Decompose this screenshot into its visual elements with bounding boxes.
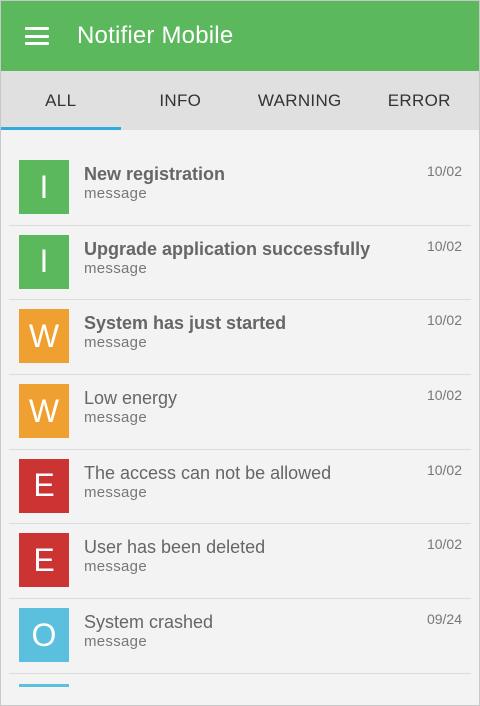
list-item[interactable]: O System crashed message 09/24: [9, 599, 471, 674]
partial-type-badge: [19, 684, 69, 687]
item-title: Upgrade application successfully: [84, 238, 371, 259]
type-badge: W: [19, 309, 69, 364]
item-subtitle: message: [84, 334, 147, 352]
item-title: User has been deleted: [84, 537, 266, 558]
notification-list: I New registration message 10/02 I Upgra…: [1, 130, 479, 674]
item-date: 10/02: [426, 387, 462, 404]
tab-info[interactable]: INFO: [121, 71, 241, 130]
item-text: User has been deleted message: [84, 537, 471, 575]
list-item[interactable]: W System has just started message 10/02: [9, 300, 471, 376]
menu-icon-line-middle: [25, 34, 49, 38]
item-date: 09/24: [426, 611, 462, 628]
item-subtitle: message: [84, 483, 147, 501]
list-item[interactable]: E User has been deleted message 10/02: [9, 524, 471, 600]
list-item[interactable]: W Low energy message 10/02: [9, 375, 471, 450]
menu-icon[interactable]: [25, 27, 49, 45]
item-text: The access can not be allowed message: [84, 463, 471, 501]
item-title: New registration: [84, 164, 226, 184]
app-window: Notifier Mobile ALL INFO WARNING ERROR I…: [0, 0, 480, 706]
list-item[interactable]: E The access can not be allowed message …: [9, 450, 471, 525]
item-text: New registration message: [84, 164, 471, 202]
type-badge: I: [19, 234, 69, 289]
item-text: Low energy message: [84, 388, 471, 426]
item-date: 10/02: [426, 536, 462, 553]
item-title: The access can not be allowed: [84, 462, 332, 483]
list-item[interactable]: I New registration message 10/02: [9, 151, 471, 226]
app-bar: Notifier Mobile: [1, 1, 479, 71]
item-text: Upgrade application successfully message: [84, 239, 471, 277]
item-title: Low energy: [84, 388, 178, 409]
item-title: System has just started: [84, 313, 287, 334]
item-subtitle: message: [84, 409, 147, 427]
item-date: 10/02: [426, 163, 462, 179]
tab-all[interactable]: ALL: [1, 71, 121, 130]
item-subtitle: message: [84, 185, 147, 202]
item-date: 10/02: [426, 461, 462, 478]
item-subtitle: message: [84, 633, 147, 651]
type-badge: E: [19, 458, 69, 513]
item-text: System has just started message: [84, 313, 471, 351]
item-title: System crashed: [84, 612, 214, 633]
item-subtitle: message: [84, 558, 147, 576]
list-item[interactable]: I Upgrade application successfully messa…: [9, 226, 471, 301]
type-badge: W: [19, 384, 69, 439]
tab-error[interactable]: ERROR: [360, 71, 480, 130]
tab-bar: ALL INFO WARNING ERROR: [1, 71, 479, 130]
item-subtitle: message: [84, 259, 147, 277]
menu-icon-line-top: [25, 27, 49, 30]
item-date: 10/02: [426, 312, 462, 329]
tab-warning[interactable]: WARNING: [240, 71, 360, 130]
type-badge: E: [19, 533, 69, 588]
type-badge: I: [19, 160, 69, 214]
app-title: Notifier Mobile: [77, 22, 234, 49]
type-badge: O: [19, 608, 69, 663]
menu-icon-line-bottom: [25, 42, 49, 45]
item-text: System crashed message: [84, 612, 471, 650]
item-date: 10/02: [426, 237, 462, 254]
